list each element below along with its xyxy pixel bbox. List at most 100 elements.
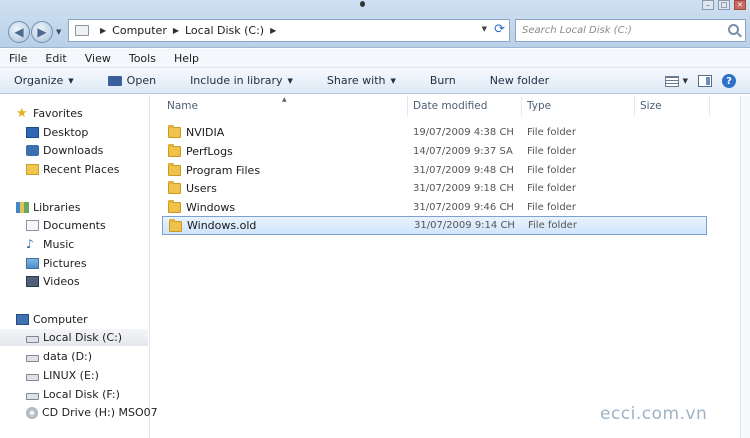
folder-icon (168, 144, 181, 157)
address-dropdown-icon[interactable]: ▼ (482, 25, 487, 33)
file-date: 14/07/2009 9:37 SA (413, 146, 513, 157)
history-dropdown-icon[interactable]: ▼ (56, 28, 61, 36)
window-controls: – □ ✕ (702, 0, 746, 10)
close-icon[interactable]: ✕ (734, 0, 746, 10)
file-date: 31/07/2009 9:46 CH (413, 202, 514, 213)
chevron-right-icon[interactable]: ▶ (270, 26, 276, 35)
hard-drive-icon (26, 373, 39, 381)
column-divider[interactable] (521, 96, 522, 116)
nav-music[interactable]: ♪ Music (0, 236, 148, 253)
documents-icon (26, 220, 39, 231)
file-type: File folder (527, 165, 576, 176)
nav-label: LINUX (E:) (43, 369, 99, 382)
file-row[interactable]: Program Files 31/07/2009 9:48 CH File fo… (162, 161, 707, 180)
chevron-right-icon[interactable]: ▶ (173, 26, 179, 35)
search-input[interactable] (522, 25, 727, 36)
column-header-name[interactable]: Name (167, 100, 198, 112)
folder-icon (168, 181, 181, 194)
libraries-icon (16, 202, 29, 213)
sort-arrow-icon: ▲ (282, 96, 287, 103)
menu-edit[interactable]: Edit (45, 52, 66, 65)
file-type: File folder (527, 183, 576, 194)
nav-computer[interactable]: Computer (0, 311, 148, 328)
view-controls: ▼ ? (664, 74, 736, 88)
nav-linux-e[interactable]: LINUX (E:) (0, 367, 148, 384)
nav-favorites[interactable]: ★ Favorites (0, 105, 148, 122)
folder-icon (169, 219, 182, 232)
file-row[interactable]: PerfLogs 14/07/2009 9:37 SA File folder (162, 142, 707, 161)
nav-data-d[interactable]: data (D:) (0, 348, 148, 365)
menu-help[interactable]: Help (174, 52, 199, 65)
nav-label: Documents (43, 219, 106, 232)
organize-button[interactable]: Organize ▼ (14, 74, 74, 87)
scrollbar[interactable] (740, 96, 750, 438)
file-date: 31/07/2009 9:14 CH (414, 220, 515, 231)
nav-documents[interactable]: Documents (0, 217, 148, 234)
nav-videos[interactable]: Videos (0, 273, 148, 290)
include-label: Include in library (190, 74, 283, 87)
burn-label: Burn (429, 74, 456, 87)
nav-pictures[interactable]: Pictures (0, 255, 148, 272)
pin-marker (360, 1, 365, 7)
nav-local-disk-c[interactable]: Local Disk (C:) (0, 329, 148, 346)
address-bar[interactable]: ▶ Computer ▶ Local Disk (C:) ▶ ▼ ⟳ (68, 19, 510, 42)
search-icon[interactable] (728, 24, 739, 35)
column-header-date-modified[interactable]: Date modified (413, 100, 487, 112)
breadcrumb-computer[interactable]: Computer (112, 24, 167, 37)
column-divider[interactable] (634, 96, 635, 116)
help-icon[interactable]: ? (722, 74, 736, 88)
breadcrumb-local-disk-c[interactable]: Local Disk (C:) (185, 24, 264, 37)
nav-downloads[interactable]: Downloads (0, 142, 148, 159)
nav-local-disk-f[interactable]: Local Disk (F:) (0, 386, 148, 403)
nav-label: Music (43, 238, 75, 251)
column-header-type[interactable]: Type (527, 100, 551, 112)
open-label: Open (126, 74, 157, 87)
search-box[interactable] (515, 19, 746, 42)
file-name: Windows.old (187, 219, 257, 232)
share-with-button[interactable]: Share with ▼ (327, 74, 396, 87)
column-divider[interactable] (407, 96, 408, 116)
hard-drive-icon (26, 335, 39, 343)
open-button[interactable]: Open (107, 74, 157, 87)
column-header-size[interactable]: Size (640, 100, 662, 112)
file-row[interactable]: Windows 31/07/2009 9:46 CH File folder (162, 198, 707, 217)
burn-button[interactable]: Burn (430, 74, 456, 87)
file-date: 31/07/2009 9:18 CH (413, 183, 514, 194)
nav-libraries[interactable]: Libraries (0, 199, 148, 216)
minimize-icon[interactable]: – (702, 0, 714, 10)
nav-label: Local Disk (C:) (43, 331, 123, 344)
caret-down-icon: ▼ (68, 76, 74, 85)
nav-label: Favorites (33, 107, 83, 120)
file-name: PerfLogs (186, 145, 233, 158)
downloads-icon (26, 145, 39, 156)
new-folder-button[interactable]: New folder (490, 74, 549, 87)
change-view-icon[interactable] (664, 75, 679, 87)
file-date: 19/07/2009 4:38 CH (413, 127, 514, 138)
chevron-right-icon[interactable]: ▶ (100, 26, 106, 35)
nav-cd-drive-h[interactable]: CD Drive (H:) MSO07 (0, 404, 158, 421)
include-in-library-button[interactable]: Include in library ▼ (190, 74, 293, 87)
back-button[interactable]: ◀ (8, 21, 30, 43)
column-divider[interactable] (709, 96, 710, 116)
hard-drive-icon (26, 392, 39, 400)
caret-down-icon[interactable]: ▼ (683, 77, 688, 85)
cd-drive-icon (26, 406, 38, 419)
pictures-icon (26, 258, 39, 269)
preview-pane-icon[interactable] (698, 75, 712, 87)
file-name: Program Files (186, 164, 261, 177)
nav-label: Libraries (33, 201, 81, 214)
file-row[interactable]: NVIDIA 19/07/2009 4:38 CH File folder (162, 123, 707, 142)
menu-view[interactable]: View (85, 52, 111, 65)
nav-recent-places[interactable]: Recent Places (0, 161, 148, 178)
menu-file[interactable]: File (9, 52, 27, 65)
nav-label: Videos (43, 275, 80, 288)
hard-drive-icon (26, 354, 39, 362)
file-row[interactable]: Users 31/07/2009 9:18 CH File folder (162, 179, 707, 198)
refresh-icon[interactable]: ⟳ (494, 22, 505, 37)
menu-tools[interactable]: Tools (129, 52, 156, 65)
nav-desktop[interactable]: Desktop (0, 124, 148, 141)
file-name: NVIDIA (186, 126, 225, 139)
forward-button[interactable]: ▶ (31, 21, 53, 43)
maximize-icon[interactable]: □ (718, 0, 730, 10)
file-row-selected[interactable]: Windows.old 31/07/2009 9:14 CH File fold… (162, 216, 707, 235)
